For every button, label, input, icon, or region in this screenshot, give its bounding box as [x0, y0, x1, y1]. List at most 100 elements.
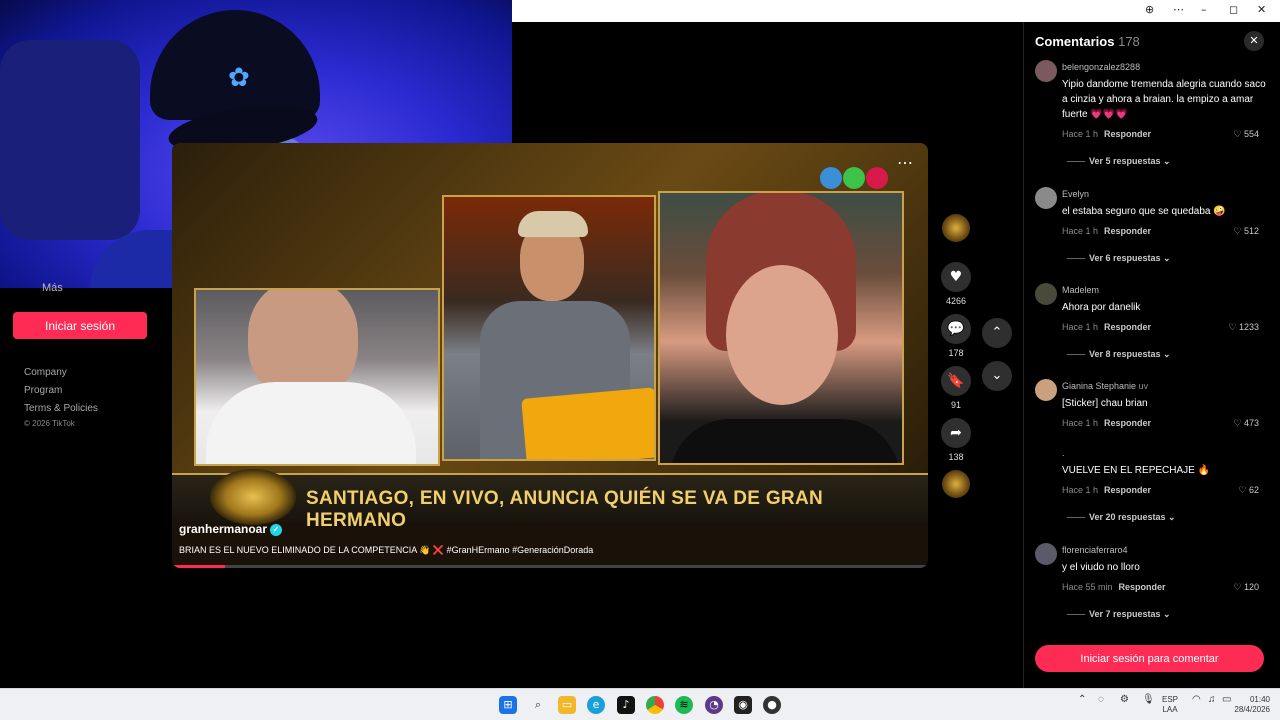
tiktok-icon[interactable]: ♪: [617, 696, 635, 714]
sound-avatar[interactable]: [936, 470, 976, 498]
left-sidebar: Más: [0, 282, 170, 688]
comment-user[interactable]: .: [1062, 448, 1065, 458]
avatar[interactable]: [1035, 543, 1057, 565]
video-player[interactable]: ⋯ SANTIAGO, EN VIVO, ANUNCIA QUIÉN SE VA…: [172, 143, 928, 568]
reply-link[interactable]: Responder: [1104, 418, 1151, 428]
search-icon[interactable]: ⌕: [529, 696, 547, 714]
logo-dot-blue: [820, 167, 842, 189]
chrome-icon[interactable]: [646, 696, 664, 714]
file-explorer-icon[interactable]: ▭: [558, 696, 576, 714]
comment-user[interactable]: belengonzalez8288: [1062, 62, 1140, 72]
comment-likes[interactable]: ♡ 512: [1233, 226, 1259, 237]
comment-meta: Hace 1 h Responder: [1062, 322, 1151, 332]
volume-icon[interactable]: ♫: [1208, 695, 1216, 705]
view-replies[interactable]: Ver 7 respuestas ⌄: [1067, 609, 1171, 620]
comments-count: 178: [1118, 34, 1140, 49]
previous-video-button[interactable]: ⌃: [982, 318, 1012, 348]
comment-likes[interactable]: ♡ 62: [1238, 485, 1259, 496]
view-replies[interactable]: Ver 8 respuestas ⌄: [1067, 349, 1171, 360]
obs-icon[interactable]: ◉: [734, 696, 752, 714]
comment-likes[interactable]: ♡ 554: [1233, 129, 1259, 140]
minimize-button[interactable]: –: [1201, 3, 1207, 16]
creator-avatar-image: [942, 214, 970, 242]
reply-link[interactable]: Responder: [1119, 582, 1166, 592]
comment-like-count: 473: [1243, 418, 1259, 428]
comment-time: Hace 1 h: [1062, 322, 1099, 332]
video-panel-contestant: [194, 288, 440, 466]
author-name[interactable]: granhermanoar: [179, 522, 267, 536]
save-count: 91: [950, 400, 961, 410]
clock[interactable]: 01:40 28/4/2026: [1228, 695, 1270, 715]
comment-text: VUELVE EN EL REPECHAJE 🔥: [1062, 465, 1211, 476]
comment-time: Hace 1 h: [1062, 418, 1099, 428]
comment-like-count: 62: [1248, 485, 1259, 495]
copyright: © 2026 TikTok: [24, 419, 75, 428]
avatar[interactable]: [1035, 379, 1057, 401]
maximize-button[interactable]: ◻: [1229, 3, 1238, 16]
comment-icon: 💬: [941, 314, 971, 344]
comment-meta: Hace 1 h Responder: [1062, 129, 1151, 139]
like-button[interactable]: ♥ 4266: [936, 262, 976, 306]
tray-network-app-icon[interactable]: ⚙: [1120, 695, 1129, 705]
comment-user-name[interactable]: Gianina Stephanie: [1062, 381, 1136, 391]
wifi-icon[interactable]: ◠: [1192, 695, 1201, 705]
login-button[interactable]: Iniciar sesión: [13, 312, 147, 339]
close-window-button[interactable]: ✕: [1257, 3, 1266, 16]
heart-icon: ♥: [941, 262, 971, 292]
comment-user[interactable]: florenciaferraro4: [1062, 545, 1128, 555]
video-progress-bar[interactable]: [172, 565, 928, 568]
video-more-icon[interactable]: ⋯: [897, 153, 914, 173]
comment-user-tag: uv: [1138, 381, 1149, 391]
comment-text: [Sticker] chau brian: [1062, 398, 1148, 409]
avatar[interactable]: [1035, 283, 1057, 305]
spotify-icon[interactable]: ≋: [675, 696, 693, 714]
reply-link[interactable]: Responder: [1104, 129, 1151, 139]
video-author[interactable]: granhermanoar ✓: [179, 522, 283, 536]
share-count: 138: [948, 452, 964, 462]
reply-link[interactable]: Responder: [1104, 485, 1151, 495]
avatar[interactable]: [1035, 60, 1057, 82]
close-comments-button[interactable]: ✕: [1244, 31, 1264, 51]
verified-icon: ✓: [270, 523, 283, 536]
comment-button[interactable]: 💬 178: [936, 314, 976, 358]
comment-user[interactable]: Madelem: [1062, 285, 1099, 295]
like-count: 4266: [945, 296, 967, 306]
creator-avatar[interactable]: [936, 214, 976, 242]
app-icon[interactable]: ◔: [705, 696, 723, 714]
language-region: LAA: [1162, 705, 1178, 714]
comment-user[interactable]: Evelyn: [1062, 189, 1089, 199]
avatar[interactable]: [1035, 187, 1057, 209]
microphone-icon[interactable]: 🎙: [1142, 695, 1155, 705]
app-notification-icon[interactable]: ●: [763, 696, 781, 714]
view-replies[interactable]: Ver 5 respuestas ⌄: [1067, 156, 1171, 167]
save-button[interactable]: 🔖 91: [936, 366, 976, 410]
windows-start-icon[interactable]: ⊞: [499, 696, 517, 714]
share-button[interactable]: ➦ 138: [936, 418, 976, 462]
bookmark-icon: 🔖: [941, 366, 971, 396]
view-replies[interactable]: Ver 20 respuestas ⌄: [1067, 512, 1176, 523]
view-replies[interactable]: Ver 6 respuestas ⌄: [1067, 253, 1171, 264]
reply-link[interactable]: Responder: [1104, 226, 1151, 236]
comment-time: Hace 1 h: [1062, 226, 1099, 236]
comment-user[interactable]: Gianina Stephanie uv: [1062, 381, 1148, 391]
reply-link[interactable]: Responder: [1104, 322, 1151, 332]
footer-link-program[interactable]: Program: [24, 385, 62, 396]
webcam-background: [0, 40, 140, 240]
browser-menu-icon[interactable]: ⋯: [1173, 3, 1184, 16]
comment-likes[interactable]: ♡ 473: [1233, 418, 1259, 429]
sidebar-item-more[interactable]: Más: [42, 282, 63, 294]
extensions-icon[interactable]: ⊕: [1145, 3, 1154, 16]
edge-icon[interactable]: e: [587, 696, 605, 714]
language-indicator[interactable]: ESP LAA: [1162, 695, 1178, 715]
comment-text: Yipio dandome tremenda alegria cuando sa…: [1062, 79, 1266, 120]
banner-text: SANTIAGO, EN VIVO, ANUNCIA QUIÉN SE VA D…: [306, 488, 823, 531]
tray-app-icon[interactable]: ◌: [1098, 695, 1104, 705]
footer-link-company[interactable]: Company: [24, 367, 67, 378]
next-video-button[interactable]: ⌄: [982, 361, 1012, 391]
tray-expand-icon[interactable]: ⌃: [1078, 695, 1086, 705]
footer-link-terms[interactable]: Terms & Policies: [24, 403, 98, 414]
login-to-comment-button[interactable]: Iniciar sesión para comentar: [1035, 645, 1264, 672]
comment-text: Ahora por danelik: [1062, 302, 1141, 313]
comment-likes[interactable]: ♡ 120: [1233, 582, 1259, 593]
comment-likes[interactable]: ♡ 1233: [1228, 322, 1259, 333]
